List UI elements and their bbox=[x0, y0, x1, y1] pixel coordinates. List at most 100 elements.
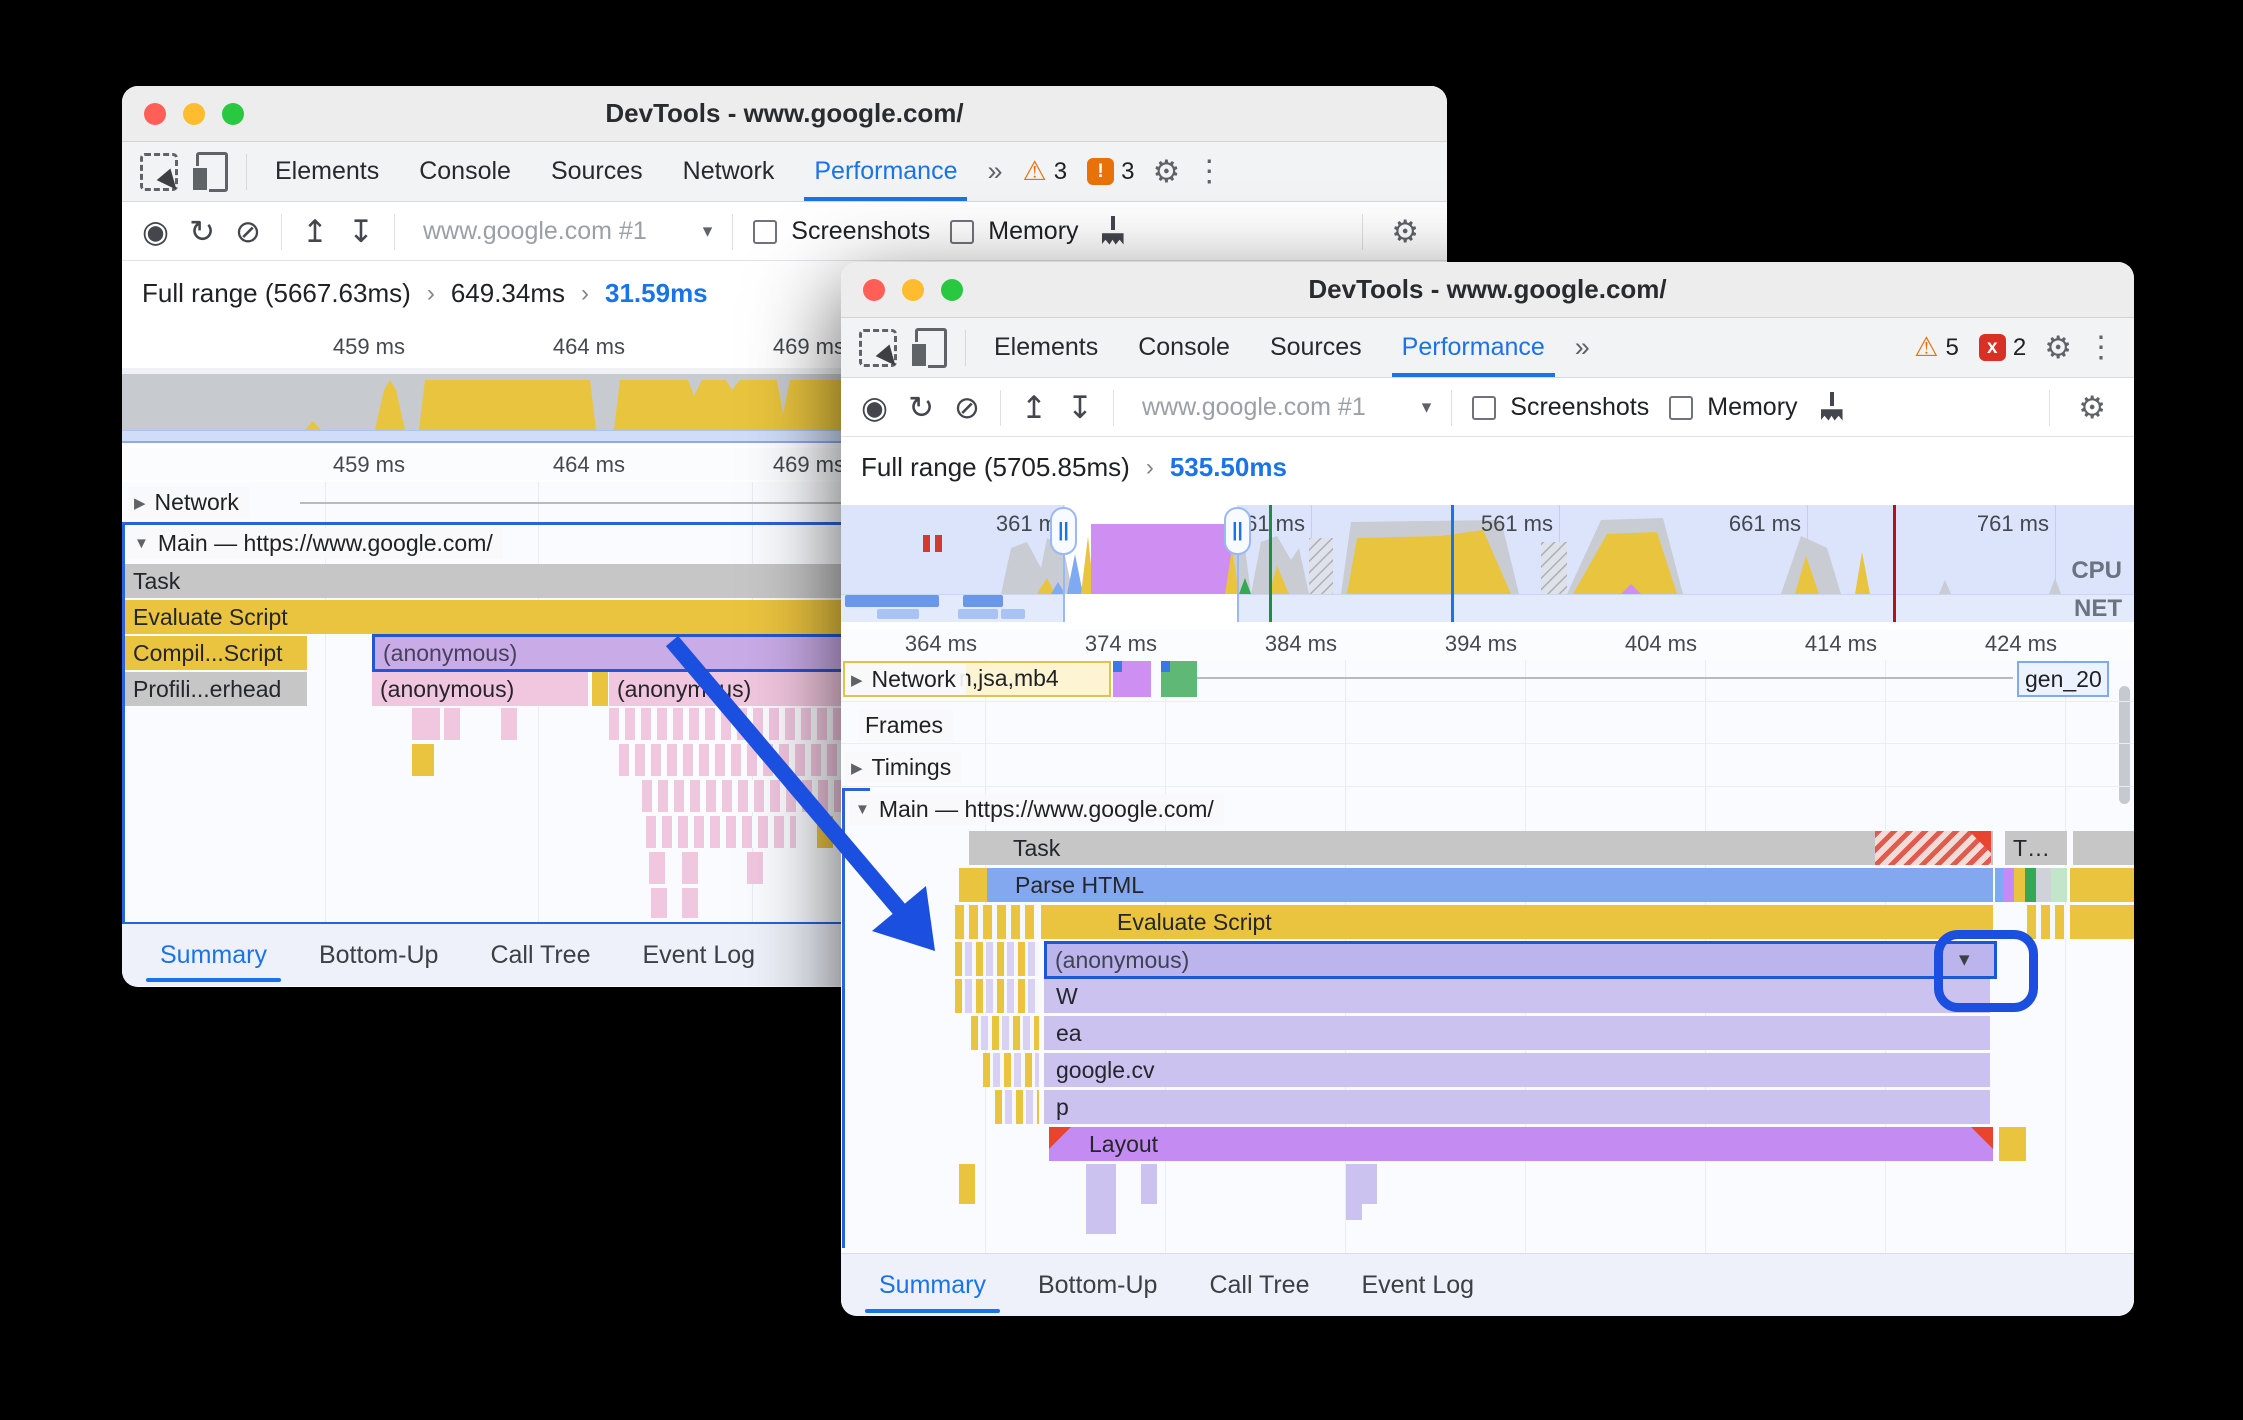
flame-sliver[interactable] bbox=[501, 708, 517, 740]
flame-sliver-cluster[interactable] bbox=[983, 1053, 1039, 1087]
memory-label[interactable]: Memory bbox=[1707, 393, 1797, 422]
tab-elements[interactable]: Elements bbox=[974, 318, 1118, 377]
screenshots-checkbox[interactable] bbox=[1472, 395, 1497, 420]
flame-sliver[interactable] bbox=[682, 888, 698, 918]
network-request-bar[interactable] bbox=[1113, 661, 1151, 697]
flame-sliver[interactable] bbox=[2051, 868, 2067, 902]
issues-badge[interactable]: ! 3 bbox=[1087, 158, 1134, 186]
flame-bar[interactable] bbox=[2070, 905, 2134, 939]
track-timings[interactable]: ▶ Timings bbox=[845, 752, 962, 783]
flame-sliver[interactable] bbox=[1100, 1164, 1116, 1234]
record-icon[interactable]: ◉ bbox=[142, 214, 169, 250]
chevron-down-icon[interactable]: ▾ bbox=[703, 220, 713, 243]
track-network[interactable]: ▶ Network bbox=[845, 664, 966, 695]
tab-console[interactable]: Console bbox=[1118, 318, 1250, 377]
flame-bar-layout[interactable]: Layout bbox=[1049, 1127, 1993, 1161]
expand-icon[interactable]: ▶ bbox=[134, 494, 146, 512]
capture-settings-gear-icon[interactable]: ⚙ bbox=[2070, 390, 2114, 426]
screenshots-label[interactable]: Screenshots bbox=[1510, 393, 1649, 422]
zoom-button[interactable] bbox=[941, 279, 963, 301]
tab-call-tree[interactable]: Call Tree bbox=[464, 924, 616, 986]
inspect-element-icon[interactable] bbox=[140, 152, 178, 191]
tab-elements[interactable]: Elements bbox=[255, 142, 399, 201]
flame-sliver[interactable] bbox=[412, 744, 434, 776]
track-main[interactable]: ▼ Main — https://www.google.com/ bbox=[128, 528, 503, 559]
errors-badge[interactable]: x 2 bbox=[1978, 334, 2026, 362]
flame-sliver[interactable] bbox=[412, 708, 440, 740]
more-tabs-icon[interactable]: » bbox=[1565, 332, 1600, 363]
flame-sliver[interactable] bbox=[1346, 1164, 1362, 1220]
tab-console[interactable]: Console bbox=[399, 142, 531, 201]
flame-sliver-cluster[interactable] bbox=[2027, 905, 2067, 939]
flame-bar[interactable] bbox=[2073, 831, 2134, 865]
memory-checkbox[interactable] bbox=[950, 219, 975, 244]
tab-sources[interactable]: Sources bbox=[1250, 318, 1382, 377]
network-request-bar[interactable] bbox=[1161, 661, 1197, 697]
flame-bar-w[interactable]: W bbox=[1044, 979, 1990, 1013]
flame-sliver-cluster[interactable] bbox=[646, 816, 796, 848]
flame-bar-compile-script[interactable]: Compil...Script bbox=[125, 636, 307, 670]
flame-chart[interactable]: n,jsa,mb4 ▶ Network gen_20 Frames ▶ Timi… bbox=[841, 660, 2134, 1253]
flame-sliver[interactable] bbox=[959, 1164, 975, 1204]
memory-label[interactable]: Memory bbox=[988, 217, 1078, 246]
tab-performance[interactable]: Performance bbox=[1382, 318, 1565, 377]
clear-icon[interactable]: ⊘ bbox=[954, 390, 980, 426]
flame-bar-p[interactable]: p bbox=[1044, 1090, 1990, 1124]
tab-summary[interactable]: Summary bbox=[134, 924, 293, 986]
tab-performance[interactable]: Performance bbox=[794, 142, 977, 201]
tab-network[interactable]: Network bbox=[663, 142, 795, 201]
flame-sliver-cluster[interactable] bbox=[995, 1090, 1039, 1124]
network-request-bar-gen[interactable]: gen_20 bbox=[2017, 661, 2109, 697]
timeline-overview[interactable]: 361 m 461 ms 561 ms 661 ms 761 ms CPU NE… bbox=[841, 505, 2134, 622]
titlebar[interactable]: DevTools - www.google.com/ bbox=[841, 262, 2134, 318]
track-main[interactable]: ▼ Main — https://www.google.com/ bbox=[849, 794, 1224, 825]
collapse-icon[interactable]: ▼ bbox=[134, 535, 149, 552]
breadcrumb-selected[interactable]: 31.59ms bbox=[605, 278, 708, 309]
more-tabs-icon[interactable]: » bbox=[977, 156, 1012, 187]
flame-sliver[interactable] bbox=[817, 816, 833, 848]
warnings-badge[interactable]: ⚠ 5 bbox=[1914, 332, 1959, 363]
kebab-menu-icon[interactable]: ⋮ bbox=[1188, 154, 1230, 189]
flame-bar-task-overflow[interactable]: T… bbox=[2005, 831, 2067, 865]
flame-sliver[interactable] bbox=[592, 672, 608, 706]
flame-bar-googlecv[interactable]: google.cv bbox=[1044, 1053, 1990, 1087]
tab-event-log[interactable]: Event Log bbox=[617, 924, 782, 986]
tab-event-log[interactable]: Event Log bbox=[1336, 1254, 1501, 1316]
flame-sliver[interactable] bbox=[682, 852, 698, 884]
chevron-down-icon[interactable]: ▾ bbox=[1422, 396, 1432, 419]
expand-icon[interactable]: ▶ bbox=[851, 759, 863, 777]
warnings-badge[interactable]: ⚠ 3 bbox=[1023, 156, 1068, 187]
flame-sliver[interactable] bbox=[444, 708, 460, 740]
device-toolbar-icon[interactable] bbox=[910, 327, 947, 368]
kebab-menu-icon[interactable]: ⋮ bbox=[2080, 330, 2122, 365]
breadcrumb-full-range[interactable]: Full range (5705.85ms) bbox=[861, 452, 1130, 483]
flame-sliver-cluster[interactable] bbox=[971, 1016, 1039, 1050]
reload-record-icon[interactable]: ↻ bbox=[908, 390, 934, 426]
breadcrumb-zoomed[interactable]: 649.34ms bbox=[451, 278, 565, 309]
selection-handle-right[interactable]: || bbox=[1224, 507, 1251, 555]
tab-summary[interactable]: Summary bbox=[853, 1254, 1012, 1316]
flame-bar-ea[interactable]: ea bbox=[1044, 1016, 1990, 1050]
target-select[interactable]: www.google.com #1 bbox=[423, 217, 647, 246]
zoom-button[interactable] bbox=[222, 103, 244, 125]
flame-bar-anonymous-selected[interactable]: (anonymous) bbox=[1044, 941, 1997, 979]
record-icon[interactable]: ◉ bbox=[861, 390, 888, 426]
long-task-hatched[interactable] bbox=[1875, 831, 1991, 865]
flame-bar-evaluate-script[interactable]: Evaluate Script bbox=[1041, 905, 1993, 939]
settings-gear-icon[interactable]: ⚙ bbox=[2036, 330, 2080, 366]
upload-profile-icon[interactable]: ↥ bbox=[302, 214, 328, 250]
flame-sliver-cluster[interactable] bbox=[642, 780, 841, 812]
collapse-icon[interactable]: ▼ bbox=[855, 801, 870, 818]
target-select[interactable]: www.google.com #1 bbox=[1142, 393, 1366, 422]
flame-sliver-cluster[interactable] bbox=[619, 744, 841, 776]
tab-bottom-up[interactable]: Bottom-Up bbox=[293, 924, 464, 986]
minimize-button[interactable] bbox=[902, 279, 924, 301]
selection-handle-left[interactable]: || bbox=[1050, 507, 1077, 555]
screenshots-checkbox[interactable] bbox=[753, 219, 778, 244]
screenshots-label[interactable]: Screenshots bbox=[791, 217, 930, 246]
flame-sliver[interactable] bbox=[1361, 1164, 1377, 1204]
inspect-element-icon[interactable] bbox=[859, 328, 897, 367]
garbage-collect-icon[interactable] bbox=[1818, 391, 1846, 424]
capture-settings-gear-icon[interactable]: ⚙ bbox=[1383, 214, 1427, 250]
breadcrumb-selected[interactable]: 535.50ms bbox=[1170, 452, 1287, 483]
